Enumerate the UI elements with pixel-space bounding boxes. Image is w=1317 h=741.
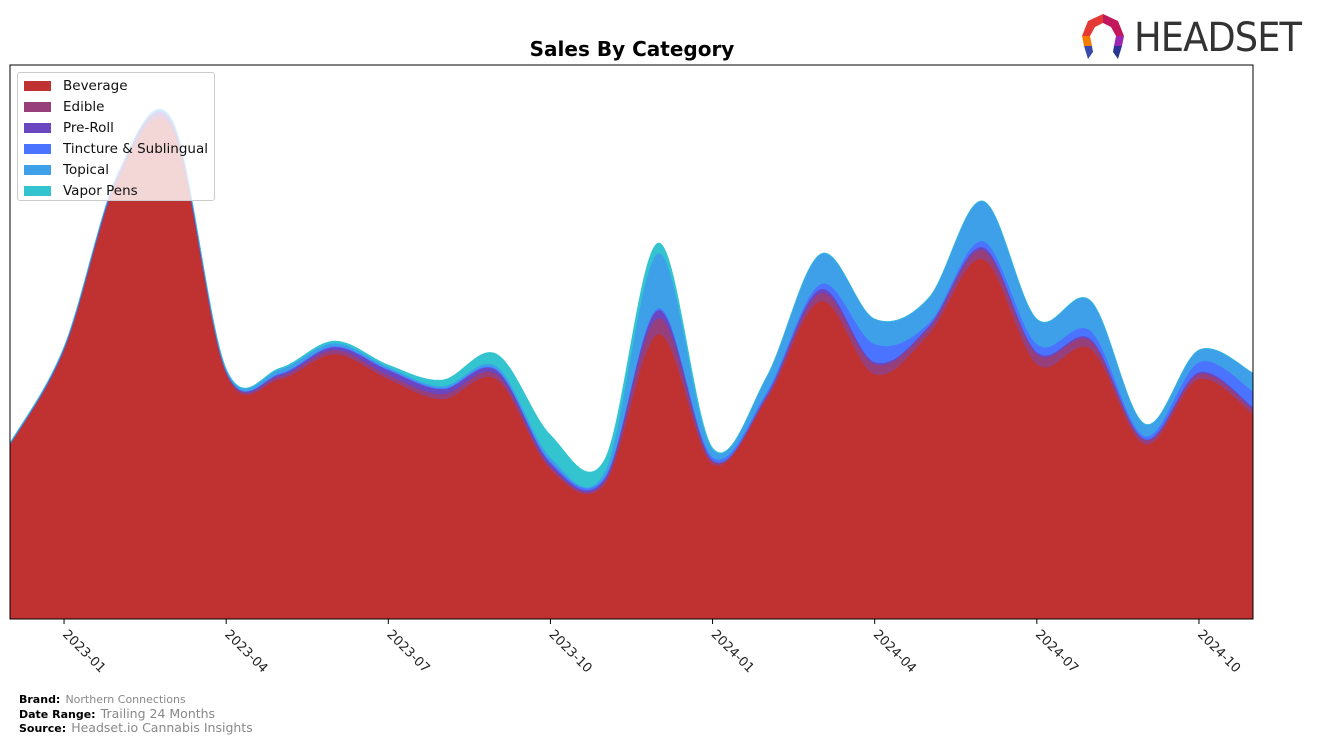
chart-title: Sales By Category xyxy=(530,37,735,61)
logo-text: HEADSET xyxy=(1134,15,1302,61)
legend-item-pre-roll[interactable]: Pre-Roll xyxy=(24,118,114,138)
x-tick-label: 2023-07 xyxy=(383,627,432,676)
legend-item-beverage[interactable]: Beverage xyxy=(24,76,128,96)
legend-item-topical[interactable]: Topical xyxy=(24,160,109,180)
source-label: Source: xyxy=(19,722,67,735)
legend-item-edible[interactable]: Edible xyxy=(24,97,104,117)
x-tick-label: 2024-10 xyxy=(1194,627,1243,676)
legend-swatch-beverage xyxy=(24,81,51,91)
x-tick-label: 2023-04 xyxy=(221,627,270,676)
legend-label: Topical xyxy=(63,162,109,178)
legend-label: Beverage xyxy=(63,78,128,94)
legend-label: Pre-Roll xyxy=(63,120,114,136)
x-tick-label: 2024-07 xyxy=(1032,627,1081,676)
source-value: Headset.io Cannabis Insights xyxy=(71,720,253,735)
legend-swatch-pre-roll xyxy=(24,123,51,133)
legend: Beverage Edible Pre-Roll Tincture & Subl… xyxy=(17,72,215,201)
x-tick-label: 2024-01 xyxy=(708,627,757,676)
legend-swatch-topical xyxy=(24,165,51,175)
legend-label: Edible xyxy=(63,99,105,115)
x-axis: 2023-01 2023-04 2023-07 2023-10 2024-01 2024-… xyxy=(59,619,1243,676)
legend-swatch-tincture-sublingual xyxy=(24,144,51,154)
legend-label: Vapor Pens xyxy=(63,183,138,199)
x-tick-label: 2023-01 xyxy=(59,627,108,676)
legend-swatch-vapor-pens xyxy=(24,186,51,196)
legend-item-vapor-pens[interactable]: Vapor Pens xyxy=(24,181,138,201)
x-tick-label: 2023-10 xyxy=(546,627,595,676)
headset-logo-icon xyxy=(1082,14,1124,59)
x-tick-label: 2024-04 xyxy=(870,627,919,676)
legend-swatch-edible xyxy=(24,102,51,112)
headset-logo: HEADSET xyxy=(1078,12,1306,62)
legend-label: Tincture & Sublingual xyxy=(63,141,208,157)
legend-item-tincture-sublingual[interactable]: Tincture & Sublingual xyxy=(24,139,208,159)
footer-source: Source: Headset.io Cannabis Insights xyxy=(19,717,253,736)
